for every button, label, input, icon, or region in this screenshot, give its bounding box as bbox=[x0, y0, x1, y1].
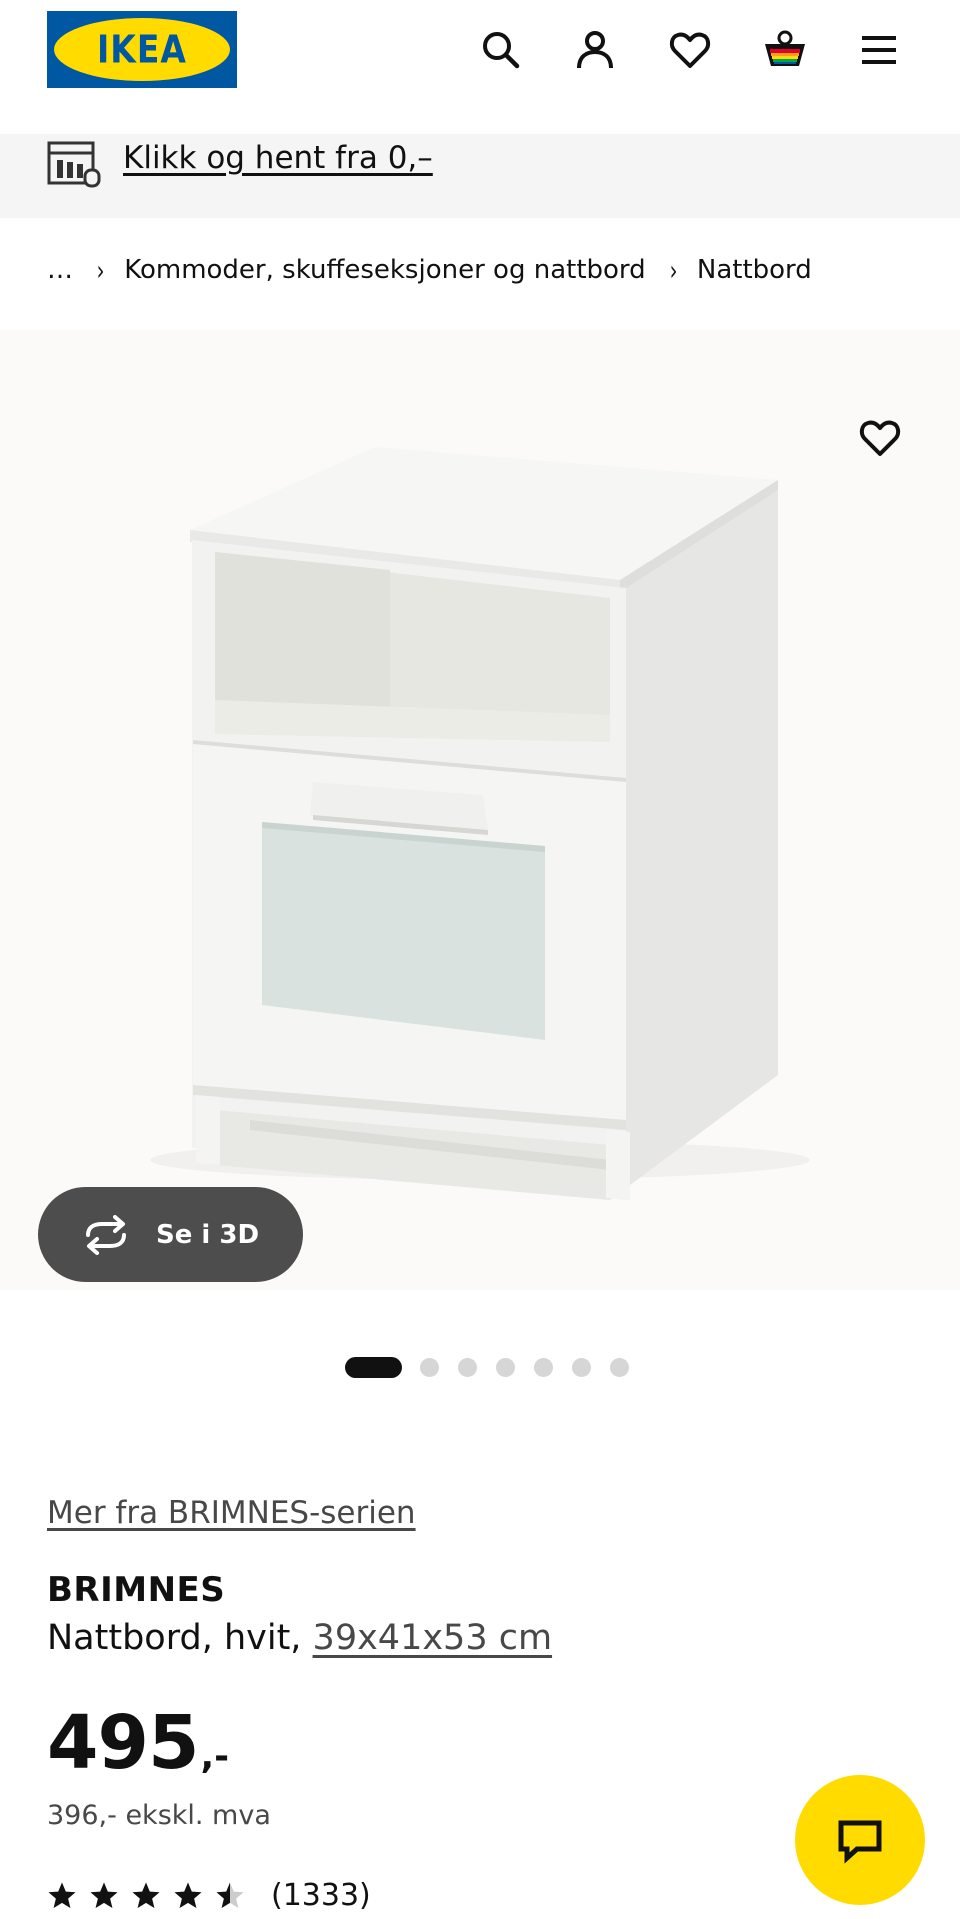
product-description-text: Nattbord, hvit, bbox=[47, 1618, 313, 1658]
rotate-3d-icon bbox=[86, 1214, 126, 1255]
view-3d-button[interactable]: Se i 3D bbox=[38, 1187, 303, 1282]
breadcrumb-item-nightstands[interactable]: Nattbord bbox=[697, 255, 812, 285]
product-name: BRIMNES bbox=[47, 1570, 226, 1610]
product-price: 495 ,- bbox=[47, 1700, 229, 1786]
breadcrumb-ellipsis[interactable]: … bbox=[47, 255, 73, 285]
price-suffix: ,- bbox=[200, 1736, 230, 1777]
star-icon bbox=[132, 1882, 160, 1908]
site-header: IKEA bbox=[0, 0, 960, 134]
star-icon bbox=[174, 1882, 202, 1908]
series-link[interactable]: Mer fra BRIMNES-serien bbox=[47, 1495, 416, 1531]
product-description: Nattbord, hvit, 39x41x53 cm bbox=[47, 1618, 552, 1658]
user-icon[interactable] bbox=[567, 22, 623, 78]
promo-bar: Klikk og hent fra 0,– bbox=[0, 134, 960, 218]
price-integer: 495 bbox=[47, 1700, 199, 1786]
chat-icon bbox=[838, 1820, 882, 1864]
image-carousel-dots bbox=[0, 1356, 960, 1378]
breadcrumb-separator-icon: › bbox=[96, 253, 105, 287]
carousel-dot[interactable] bbox=[572, 1358, 591, 1377]
price-ex-vat: 396,- ekskl. mva bbox=[47, 1800, 271, 1831]
product-size-link[interactable]: 39x41x53 cm bbox=[313, 1618, 553, 1658]
search-icon[interactable] bbox=[473, 22, 529, 78]
carousel-dot[interactable] bbox=[610, 1358, 629, 1377]
click-collect-link[interactable]: Klikk og hent fra 0,– bbox=[123, 140, 433, 176]
heart-icon[interactable] bbox=[662, 22, 718, 78]
breadcrumb-separator-icon: › bbox=[669, 253, 678, 287]
ikea-logo[interactable]: IKEA bbox=[47, 11, 237, 88]
carousel-dot[interactable] bbox=[496, 1358, 515, 1377]
product-gallery[interactable] bbox=[0, 330, 960, 1290]
carousel-dot[interactable] bbox=[534, 1358, 553, 1377]
carousel-dot[interactable] bbox=[345, 1357, 402, 1378]
breadcrumb-item-dressers[interactable]: Kommoder, skuffeseksjoner og nattbord bbox=[124, 255, 645, 285]
star-icon bbox=[90, 1882, 118, 1908]
store-icon bbox=[47, 141, 101, 188]
save-to-favourites-icon[interactable] bbox=[852, 410, 908, 466]
carousel-dot[interactable] bbox=[458, 1358, 477, 1377]
view-3d-label: Se i 3D bbox=[156, 1219, 260, 1250]
cart-icon[interactable] bbox=[757, 22, 813, 78]
logo-oval: IKEA bbox=[54, 18, 230, 81]
product-rating[interactable]: (1333) bbox=[47, 1878, 371, 1913]
logo-text: IKEA bbox=[97, 27, 187, 72]
rating-count: (1333) bbox=[271, 1878, 371, 1913]
product-image bbox=[150, 447, 810, 1200]
breadcrumb: … › Kommoder, skuffeseksjoner og nattbor… bbox=[47, 250, 812, 290]
menu-icon[interactable] bbox=[851, 22, 907, 78]
carousel-dot[interactable] bbox=[420, 1358, 439, 1377]
star-icon bbox=[216, 1882, 244, 1908]
chat-button[interactable] bbox=[795, 1775, 925, 1905]
star-icon bbox=[48, 1882, 76, 1908]
